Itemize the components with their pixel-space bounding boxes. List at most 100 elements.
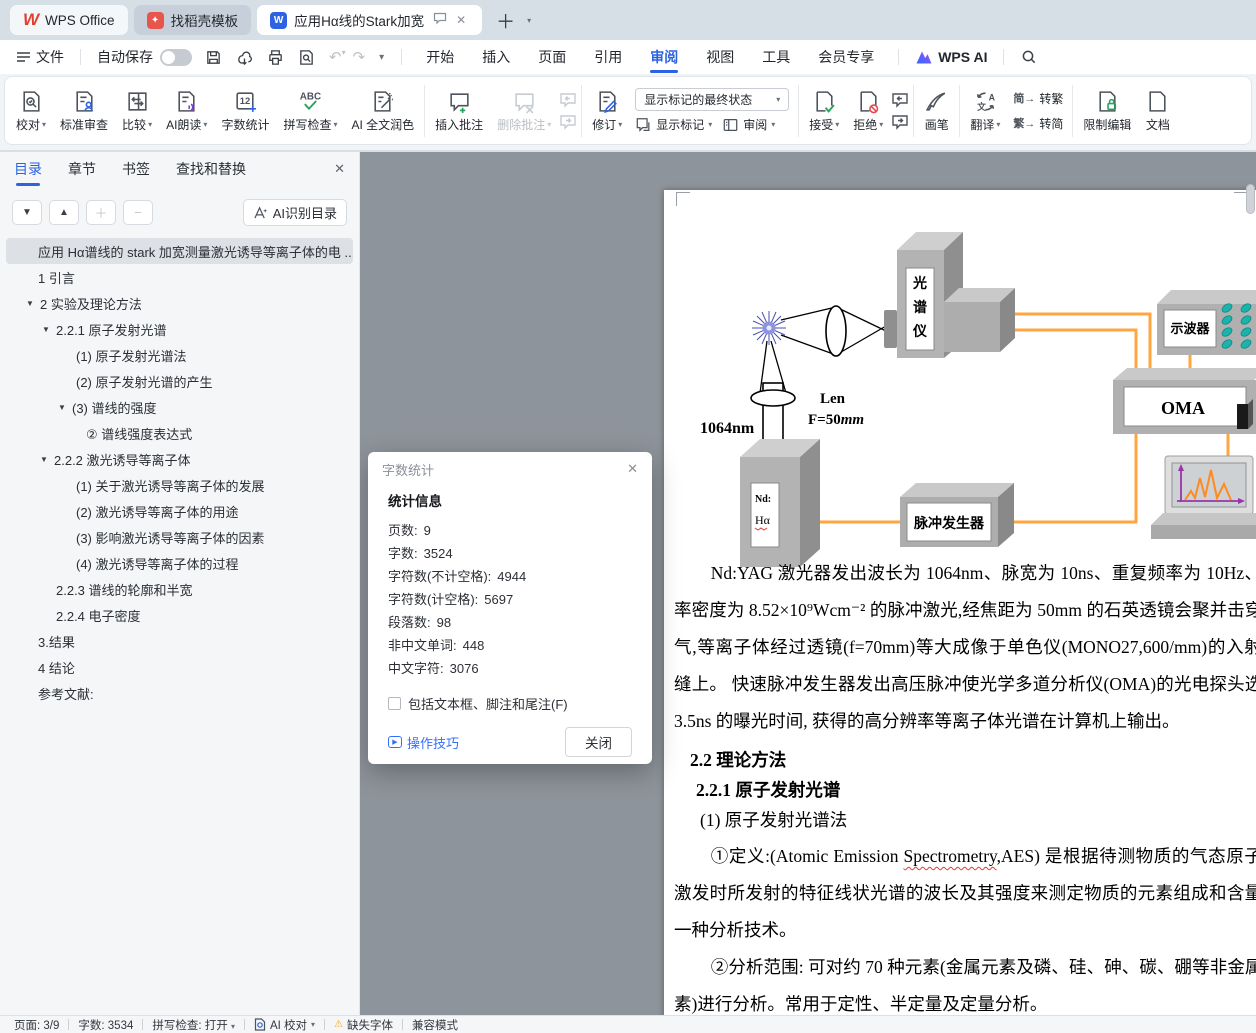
toc-collapse-arrow-icon[interactable]: ▼ <box>58 403 72 412</box>
document-text[interactable]: Nd:YAG 激光器发出波长为 1064nm、脉宽为 10ns、重复频率为 10… <box>674 555 1256 1015</box>
restrict-editing-button[interactable]: 限制编辑 <box>1076 81 1138 141</box>
toc-item[interactable]: 1 引言 <box>6 264 353 290</box>
toc-item[interactable]: 3.结果 <box>6 628 353 654</box>
previous-comment-icon <box>558 91 578 109</box>
word-count-button[interactable]: 12 字数统计 <box>214 81 276 141</box>
ai-proof-status[interactable]: AI 校对 ▾ <box>254 1017 315 1033</box>
toc-item[interactable]: ▼(3) 谱线的强度 <box>6 394 353 420</box>
missing-font-warning[interactable]: ⚠ 缺失字体 <box>334 1017 393 1033</box>
track-changes-button[interactable]: 修订▾ <box>585 81 629 141</box>
tab-template-store[interactable]: ✦ 找稻壳模板 <box>134 5 252 35</box>
include-textbox-checkbox[interactable]: 包括文本框、脚注和尾注(F) <box>388 694 632 713</box>
toc-collapse-arrow-icon[interactable]: ▼ <box>42 325 56 334</box>
toc-item-label: (2) 原子发射光谱的产生 <box>76 372 213 391</box>
wps-ai-button[interactable]: WPS AI <box>909 49 993 65</box>
pen-button[interactable]: 画笔 <box>917 81 956 141</box>
toc-item[interactable]: (1) 关于激光诱导等离子体的发展 <box>6 472 353 498</box>
show-markup-button[interactable]: 显示标记▾ <box>635 116 712 133</box>
ai-polish-button[interactable]: AI 全文润色 <box>344 81 421 141</box>
toc-item[interactable]: (1) 原子发射光谱法 <box>6 342 353 368</box>
toc-collapse-arrow-icon[interactable]: ▼ <box>26 299 40 308</box>
oma-analyzer: OMA <box>1113 368 1256 434</box>
ribbon-tab-7[interactable]: 会员专享 <box>804 40 888 74</box>
sidebar-tab-bookmarks[interactable]: 书签 <box>122 152 150 186</box>
toc-collapse-arrow-icon[interactable]: ▼ <box>40 455 54 464</box>
proofread-button[interactable]: 校对▾ <box>9 81 53 141</box>
tab-document[interactable]: W 应用Hα线的Stark加宽测量激 ✕ <box>257 5 482 35</box>
toc-item[interactable]: ▼2.2.2 激光诱导等离子体 <box>6 446 353 472</box>
next-revision-icon[interactable] <box>890 113 910 131</box>
translate-button[interactable]: A文 翻译▾ <box>963 81 1007 141</box>
ribbon-tab-2[interactable]: 页面 <box>524 40 580 74</box>
page-indicator[interactable]: 页面: 3/9 <box>14 1017 59 1033</box>
ribbon-tab-1[interactable]: 插入 <box>468 40 524 74</box>
vertical-scrollbar[interactable] <box>1246 184 1255 214</box>
autosave-toggle[interactable] <box>160 49 192 66</box>
laser-head: Nd: Hα <box>740 341 820 567</box>
ai-recognize-toc-button[interactable]: AI识别目录 <box>243 199 347 226</box>
tab-list-chevron-icon[interactable]: ▾ <box>527 16 531 25</box>
accept-revision-button[interactable]: 接受▾ <box>802 81 846 141</box>
dialog-close-icon[interactable]: ✕ <box>627 461 638 477</box>
close-button[interactable]: 关闭 <box>565 727 632 757</box>
new-tab-icon[interactable]: ＋ <box>496 7 515 34</box>
to-traditional-button[interactable]: 简→ 转繁 <box>1013 90 1063 107</box>
compatibility-mode-badge[interactable]: 兼容模式 <box>412 1017 458 1033</box>
sidebar-close-icon[interactable]: ✕ <box>334 161 345 177</box>
spell-check-button[interactable]: ABC 拼写检查▾ <box>276 81 344 141</box>
more-commands-chevron-icon[interactable]: ▾ <box>372 52 391 63</box>
word-count-dialog[interactable]: 字数统计 ✕ 统计信息 页数:9字数:3524字符数(不计空格):4944字符数… <box>368 452 652 764</box>
toc-item[interactable]: (2) 原子发射光谱的产生 <box>6 368 353 394</box>
toc-item[interactable]: 参考文献: <box>6 680 353 706</box>
file-menu[interactable]: 文件 <box>10 47 70 67</box>
toc-item[interactable]: 应用 Hα谱线的 stark 加宽测量激光诱导等离子体的电 ... <box>6 238 353 264</box>
spellcheck-status[interactable]: 拼写检查: 打开 ▾ <box>152 1017 235 1033</box>
sidebar-tab-contents[interactable]: 目录 <box>14 152 42 186</box>
sidebar-tab-find-replace[interactable]: 查找和替换 <box>176 152 246 186</box>
checkbox-icon[interactable] <box>388 697 401 710</box>
toc-item[interactable]: (3) 影响激光诱导等离子体的因素 <box>6 524 353 550</box>
ribbon-tab-4[interactable]: 审阅 <box>636 40 692 74</box>
previous-revision-icon[interactable] <box>890 91 910 109</box>
sidebar-tab-chapters[interactable]: 章节 <box>68 152 96 186</box>
toc-item[interactable]: 4 结论 <box>6 654 353 680</box>
document-permission-button[interactable]: 文档 <box>1138 81 1177 141</box>
toc-item[interactable]: ▼2.2.1 原子发射光谱 <box>6 316 353 342</box>
next-comment-icon <box>558 113 578 131</box>
compare-button[interactable]: 比较▾ <box>115 81 159 141</box>
close-tab-icon[interactable]: ✕ <box>456 13 466 27</box>
toc-item[interactable]: (2) 激光诱导等离子体的用途 <box>6 498 353 524</box>
toc-item[interactable]: (4) 激光诱导等离子体的过程 <box>6 550 353 576</box>
comment-bubble-icon[interactable] <box>433 12 447 28</box>
ribbon-tab-3[interactable]: 引用 <box>580 40 636 74</box>
search-icon[interactable] <box>1014 49 1044 65</box>
review-pane-button[interactable]: 审阅▾ <box>722 116 775 133</box>
expand-all-button[interactable]: ▼ <box>12 200 42 225</box>
autosave-control[interactable]: 自动保存 <box>91 47 198 67</box>
toc-item[interactable]: 2.2.3 谱线的轮廓和半宽 <box>6 576 353 602</box>
document-page[interactable]: Nd: Hα <box>664 190 1256 1015</box>
reject-revision-button[interactable]: 拒绝▾ <box>846 81 890 141</box>
toc-item[interactable]: ▼2 实验及理论方法 <box>6 290 353 316</box>
print-preview-icon[interactable] <box>291 49 322 66</box>
toc-item[interactable]: ② 谱线强度表达式 <box>6 420 353 446</box>
toc-item[interactable]: 2.2.4 电子密度 <box>6 602 353 628</box>
insert-comment-button[interactable]: 插入批注 <box>428 81 490 141</box>
collapse-all-button[interactable]: ▲ <box>49 200 79 225</box>
tips-link[interactable]: ▶ 操作技巧 <box>388 733 459 752</box>
dialog-titlebar[interactable]: 字数统计 ✕ <box>368 452 652 486</box>
ai-read-aloud-button[interactable]: AI朗读▾ <box>159 81 214 141</box>
standard-review-button[interactable]: 标准审查 <box>53 81 115 141</box>
export-icon[interactable] <box>229 49 260 66</box>
delete-comment-icon <box>512 89 537 114</box>
ribbon-tab-5[interactable]: 视图 <box>692 40 748 74</box>
markup-state-select[interactable]: 显示标记的最终状态▾ <box>635 88 789 111</box>
print-icon[interactable] <box>260 49 291 66</box>
ribbon-tab-6[interactable]: 工具 <box>748 40 804 74</box>
ribbon-tab-0[interactable]: 开始 <box>412 40 468 74</box>
tab-wps-office[interactable]: W WPS Office <box>10 5 128 35</box>
save-icon[interactable] <box>198 49 229 66</box>
to-simplified-button[interactable]: 繁→ 转简 <box>1013 115 1063 132</box>
spectrometer-label: 光 <box>912 275 927 292</box>
word-count-indicator[interactable]: 字数: 3534 <box>78 1017 133 1033</box>
